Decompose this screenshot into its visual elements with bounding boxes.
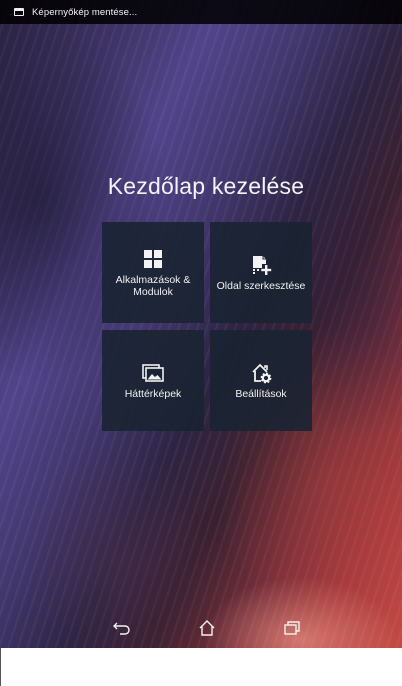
home-icon: [199, 620, 215, 636]
home-button[interactable]: [193, 616, 221, 640]
apps-grid-icon: [142, 248, 164, 270]
wallpaper-icon: [142, 362, 164, 384]
back-button[interactable]: [108, 616, 136, 640]
recent-apps-icon: [284, 621, 300, 635]
page-title: Kezdőlap kezelése: [107, 173, 305, 199]
settings-button[interactable]: Beállítások: [210, 330, 312, 431]
status-notification-text: Képernyőkép mentése...: [32, 6, 138, 18]
wallpapers-label: Háttérképek: [124, 387, 182, 400]
screen-bottom-margin: [0, 648, 402, 686]
home-screen-wallpaper[interactable]: [0, 0, 402, 648]
settings-label: Beállítások: [235, 387, 287, 400]
recent-apps-button[interactable]: [278, 616, 306, 640]
edit-page-button[interactable]: Oldal szerkesztése: [210, 222, 312, 323]
apps-widgets-label: Alkalmazások & Modulok: [115, 273, 191, 298]
page-edit-icon: [250, 254, 272, 276]
edit-page-label: Oldal szerkesztése: [216, 279, 306, 292]
back-icon: [113, 622, 130, 635]
status-bar: Képernyőkép mentése...: [0, 0, 402, 24]
apps-widgets-button[interactable]: Alkalmazások & Modulok: [102, 222, 204, 323]
navigation-bar: [0, 606, 402, 648]
home-settings-icon: [250, 362, 272, 384]
wallpapers-button[interactable]: Háttérképek: [102, 330, 204, 431]
screenshot-icon: [14, 8, 24, 16]
